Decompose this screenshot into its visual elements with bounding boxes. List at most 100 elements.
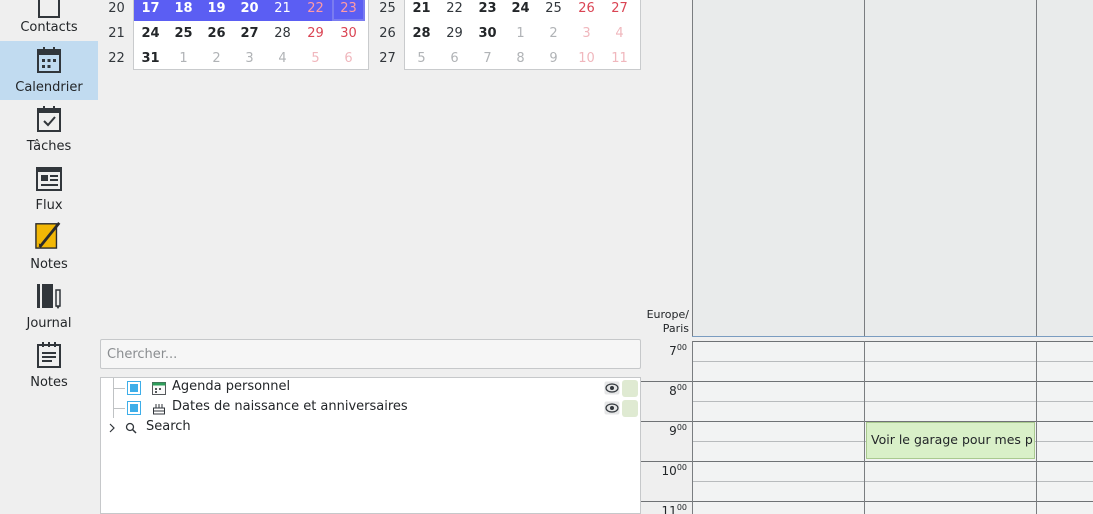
calendar-checkbox[interactable] [127, 381, 141, 395]
notes-icon [37, 342, 61, 368]
week-number: 25 [379, 1, 396, 16]
hour-label: 800 [669, 383, 687, 398]
sidebar-item-notes[interactable]: Notes [0, 336, 98, 395]
calendar-day[interactable]: 24 [134, 21, 167, 46]
eye-icon[interactable] [604, 381, 620, 395]
calendar-day[interactable]: 4 [266, 46, 299, 71]
time-ruler: 700 800 900 1000 1100 [641, 341, 692, 514]
calendar-day[interactable]: 22 [438, 0, 471, 21]
calendar-day[interactable]: 3 [570, 21, 603, 46]
calendar-event[interactable]: Voir le garage pour mes p [866, 422, 1035, 459]
calendar-day[interactable]: 21 [405, 0, 438, 21]
week-number: 22 [108, 51, 125, 66]
calendar-day[interactable]: 1 [167, 46, 200, 71]
calendar-search [100, 339, 641, 369]
timezone-line: Paris [662, 322, 689, 335]
calendar-day[interactable]: 29 [299, 21, 332, 46]
calendar-day[interactable]: 25 [167, 21, 200, 46]
calendar-color-swatch[interactable] [622, 380, 638, 397]
sidebar-item-contacts[interactable]: Contacts [0, 0, 98, 40]
sidebar-item-label: Flux [35, 198, 63, 213]
calendar-day[interactable]: 30 [471, 21, 504, 46]
hour-label: 1000 [661, 463, 687, 478]
sidebar-item-tasks[interactable]: Tâches [0, 100, 98, 159]
calendar-name: Search [146, 419, 191, 434]
calendar-name: Dates de naissance et anniversaires [172, 399, 408, 414]
calendar-day[interactable]: 26 [570, 0, 603, 21]
calendar-day[interactable]: 3 [233, 46, 266, 71]
calendar-day[interactable]: 17 [134, 0, 167, 21]
hour-label: 1100 [661, 503, 687, 514]
day-column-header[interactable] [864, 0, 1036, 336]
tasks-icon [37, 106, 61, 132]
search-input[interactable] [101, 340, 640, 368]
calendar-day[interactable]: 1 [504, 21, 537, 46]
timezone-line: Europe/ [646, 308, 689, 321]
time-grid[interactable]: Voir le garage pour mes p [692, 341, 1093, 514]
calendar-day[interactable]: 29 [438, 21, 471, 46]
calendar-row-search[interactable]: Search [101, 418, 640, 438]
calendar-day[interactable]: 31 [134, 46, 167, 71]
calendar-list: Agenda personnel Dates de naissance et a… [100, 377, 641, 514]
sidebar-item-label: Notes [30, 257, 68, 272]
calendar-day[interactable]: 27 [603, 0, 636, 21]
calendar-day[interactable]: 23 [471, 0, 504, 21]
calendar-day[interactable]: 18 [167, 0, 200, 21]
calendar-day[interactable]: 8 [504, 46, 537, 71]
sidebar-item-calendar[interactable]: Calendrier [0, 41, 98, 100]
sidebar-item-notes-knotes[interactable]: Notes [0, 218, 98, 277]
calendar-day[interactable]: 5 [405, 46, 438, 71]
feed-icon [36, 167, 62, 191]
calendar-day[interactable]: 27 [233, 21, 266, 46]
calendar-day[interactable]: 23 [332, 0, 365, 21]
sidebar-item-journal[interactable]: Journal [0, 277, 98, 336]
week-number: 21 [108, 26, 125, 41]
sidebar: Contacts Calendrier Tâches Flux Notes Jo… [0, 0, 98, 514]
tree-branch [113, 388, 125, 389]
week-number: 27 [379, 51, 396, 66]
week-number: 20 [108, 1, 125, 16]
calendar-day[interactable]: 30 [332, 21, 365, 46]
calendar-day[interactable]: 7 [471, 46, 504, 71]
agenda-view: Europe/ Paris 700 800 900 1000 1100 Voir… [641, 0, 1093, 514]
calendar-day[interactable]: 4 [603, 21, 636, 46]
hour-label: 900 [669, 423, 687, 438]
search-icon [125, 422, 137, 434]
calendar-day[interactable]: 6 [332, 46, 365, 71]
calendar-day[interactable]: 28 [266, 21, 299, 46]
hour-label: 700 [669, 343, 687, 358]
day-column-header[interactable] [1036, 0, 1093, 336]
calendar-day[interactable]: 11 [603, 46, 636, 71]
journal-icon [37, 284, 61, 309]
calendar-day[interactable]: 10 [570, 46, 603, 71]
mini-calendar: 20 21 22 17 18 19 20 21 22 23 24 25 26 27 28 29 30 31 1 2 3 4… [98, 0, 641, 70]
week-number: 26 [379, 26, 396, 41]
calendar-day[interactable]: 9 [537, 46, 570, 71]
calendar-day[interactable]: 22 [299, 0, 332, 21]
calendar-day[interactable]: 20 [233, 0, 266, 21]
contacts-icon [38, 0, 60, 18]
sidebar-item-label: Contacts [20, 20, 78, 35]
calendar-checkbox[interactable] [127, 401, 141, 415]
calendar-name: Agenda personnel [172, 379, 291, 394]
birthday-cake-icon [153, 404, 165, 415]
calendar-color-swatch[interactable] [622, 400, 638, 417]
calendar-day[interactable]: 24 [504, 0, 537, 21]
calendar-day[interactable]: 2 [537, 21, 570, 46]
calendar-day[interactable]: 5 [299, 46, 332, 71]
day-column-header[interactable] [692, 0, 864, 336]
calendar-day[interactable]: 25 [537, 0, 570, 21]
calendar-day[interactable]: 6 [438, 46, 471, 71]
calendar-day[interactable]: 19 [200, 0, 233, 21]
calendar-day[interactable]: 28 [405, 21, 438, 46]
calendar-row-birthdays[interactable]: Dates de naissance et anniversaires [101, 398, 640, 418]
sidebar-item-feeds[interactable]: Flux [0, 159, 98, 218]
calendar-day[interactable]: 2 [200, 46, 233, 71]
chevron-right-icon[interactable] [108, 423, 116, 433]
sidebar-item-label: Journal [26, 316, 72, 331]
eye-icon[interactable] [604, 401, 620, 415]
calendar-day[interactable]: 21 [266, 0, 299, 21]
calendar-day[interactable]: 26 [200, 21, 233, 46]
calendar-icon [37, 47, 61, 73]
calendar-row-personal[interactable]: Agenda personnel [101, 378, 640, 398]
